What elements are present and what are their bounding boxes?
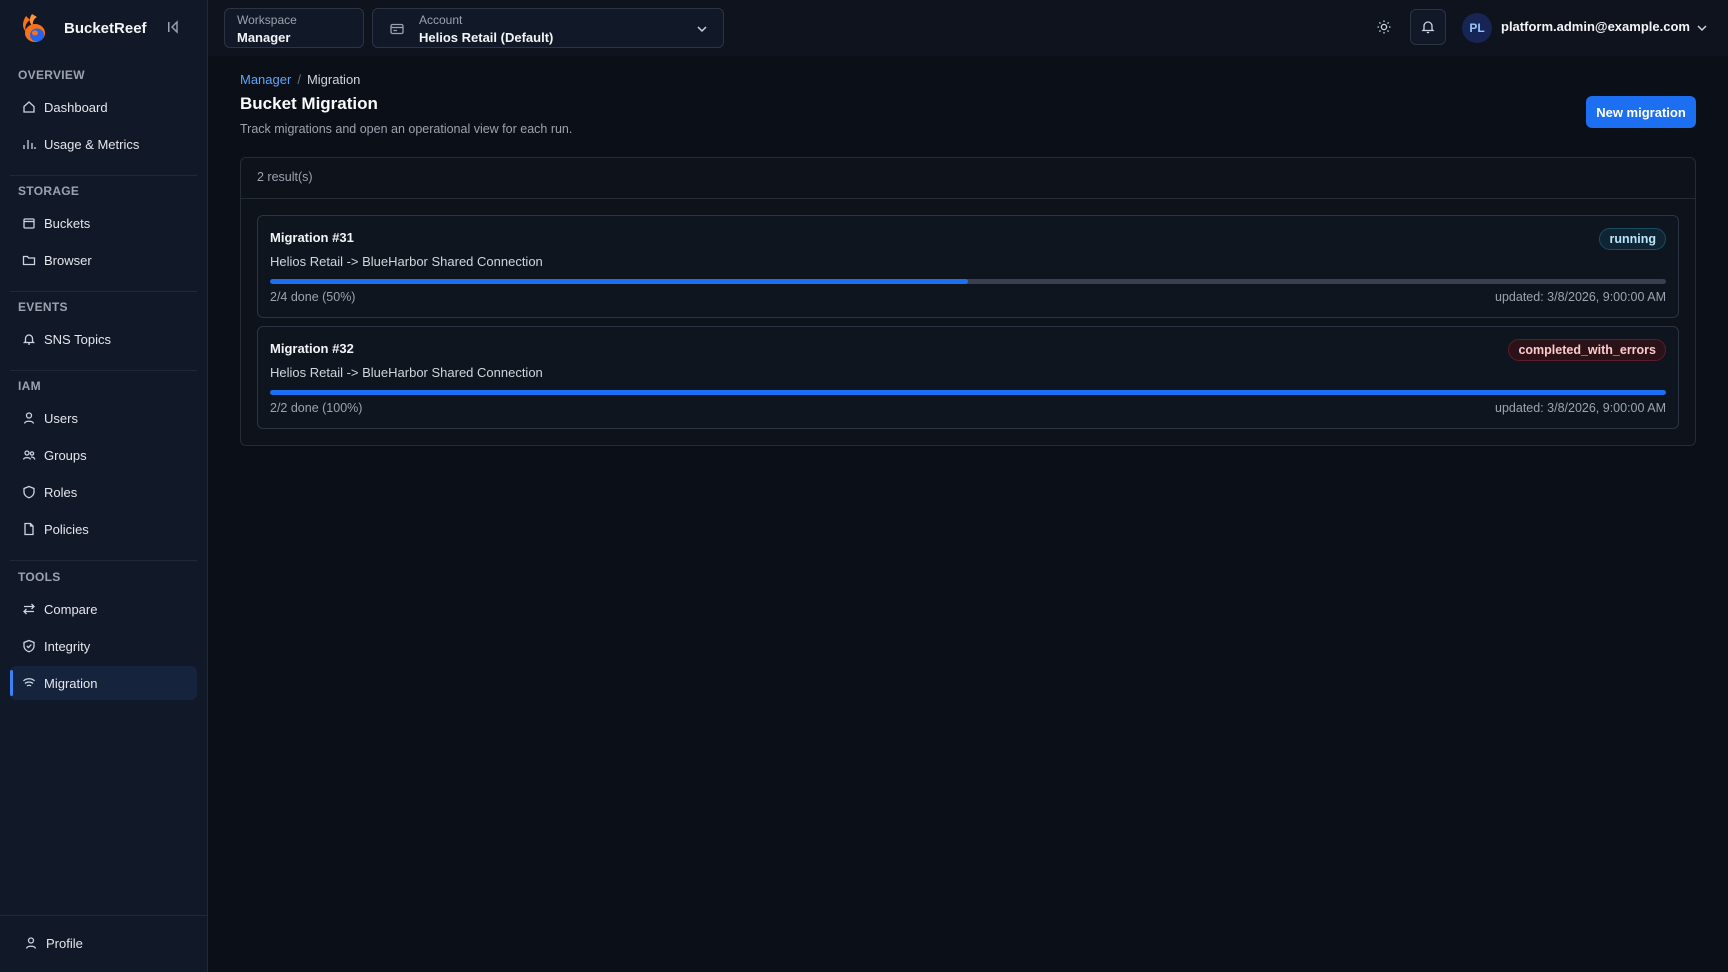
sidebar-item-label: Browser	[44, 252, 92, 268]
sidebar-item-integrity[interactable]: Integrity	[10, 629, 197, 663]
migration-title: Migration #31	[270, 230, 354, 245]
results-count: 2 result(s)	[241, 158, 1695, 199]
sidebar-item-label: Users	[44, 410, 78, 426]
sidebar: BucketReef OVERVIEW Dashboard Usage & Me…	[0, 0, 208, 972]
sidebar-item-migration[interactable]: Migration	[10, 666, 197, 700]
sidebar-item-label: Roles	[44, 484, 78, 500]
sidebar-item-label: Compare	[44, 601, 98, 617]
section-title-events: EVENTS	[18, 300, 68, 314]
sidebar-item-label: Migration	[44, 675, 98, 691]
section-title-storage: STORAGE	[18, 184, 80, 198]
breadcrumb-current: Migration	[306, 72, 361, 87]
migration-title: Migration #32	[270, 341, 354, 356]
sun-icon	[1377, 20, 1391, 34]
sidebar-item-label: Buckets	[44, 215, 91, 231]
sidebar-item-groups[interactable]: Groups	[10, 438, 197, 472]
collapse-sidebar-icon[interactable]	[164, 18, 182, 36]
bucket-icon	[23, 218, 35, 229]
avatar[interactable]: PL	[1462, 13, 1492, 43]
page-title: Bucket Migration	[240, 94, 378, 113]
user-icon	[25, 937, 37, 949]
user-email[interactable]: platform.admin@example.com	[1501, 19, 1690, 34]
folder-icon	[22, 255, 36, 266]
migration-card[interactable]: Migration #32 Helios Retail -> BlueHarbo…	[257, 326, 1679, 429]
account-switcher[interactable]: Account Helios Retail (Default)	[372, 8, 724, 48]
migration-card[interactable]: Migration #31 Helios Retail -> BlueHarbo…	[257, 215, 1679, 318]
sidebar-item-roles[interactable]: Roles	[10, 475, 197, 509]
sidebar-item-profile[interactable]: Profile	[12, 926, 199, 960]
sidebar-item-label: Usage & Metrics	[44, 136, 140, 152]
sidebar-item-compare[interactable]: Compare	[10, 592, 197, 626]
updated-timestamp: updated: 3/8/2026, 9:00:00 AM	[1495, 401, 1666, 415]
topbar: Workspace Manager Account Helios Retail …	[208, 0, 1728, 56]
migration-route: Helios Retail -> BlueHarbor Shared Conne…	[270, 365, 543, 380]
breadcrumb-separator: /	[297, 72, 301, 87]
shield-check-icon	[23, 639, 35, 653]
account-label: Account	[419, 13, 463, 27]
bell-icon	[22, 334, 36, 345]
progress-fill	[270, 390, 1666, 395]
sidebar-item-browser[interactable]: Browser	[10, 243, 197, 277]
sidebar-item-usage-metrics[interactable]: Usage & Metrics	[10, 127, 197, 161]
notifications-button[interactable]	[1410, 9, 1446, 45]
section-title-iam: IAM	[18, 379, 41, 393]
shield-icon	[23, 485, 35, 499]
bucketreef-logo-icon	[23, 14, 45, 42]
breadcrumb: Manager / Migration	[240, 72, 360, 87]
sidebar-item-label: Groups	[44, 447, 87, 463]
theme-toggle-button[interactable]	[1366, 9, 1402, 45]
sidebar-divider	[10, 291, 197, 292]
breadcrumb-link-manager[interactable]: Manager	[240, 72, 291, 87]
sidebar-item-sns-topics[interactable]: SNS Topics	[10, 322, 197, 356]
progress-text: 2/2 done (100%)	[270, 401, 363, 415]
sidebar-item-label: SNS Topics	[44, 331, 111, 347]
sidebar-item-buckets[interactable]: Buckets	[10, 206, 197, 240]
compare-icon	[23, 603, 35, 615]
profile-label: Profile	[46, 935, 83, 951]
document-icon	[24, 522, 34, 536]
sidebar-divider	[10, 370, 197, 371]
new-migration-button[interactable]: New migration	[1586, 96, 1696, 128]
updated-timestamp: updated: 3/8/2026, 9:00:00 AM	[1495, 290, 1666, 304]
sidebar-item-policies[interactable]: Policies	[10, 512, 197, 546]
workspace-switcher[interactable]: Workspace Manager	[224, 8, 364, 48]
page-subtitle: Track migrations and open an operational…	[240, 122, 573, 136]
sidebar-item-dashboard[interactable]: Dashboard	[10, 90, 197, 124]
chevron-down-icon	[697, 26, 707, 33]
sidebar-item-label: Dashboard	[44, 99, 108, 115]
workspace-label: Workspace	[237, 13, 297, 27]
sidebar-item-label: Policies	[44, 521, 89, 537]
bar-chart-icon	[23, 140, 36, 149]
progress-bar	[270, 390, 1666, 395]
status-badge: running	[1599, 228, 1666, 250]
workspace-value: Manager	[237, 30, 291, 45]
user-icon	[23, 412, 35, 424]
sidebar-divider	[10, 175, 197, 176]
migration-route: Helios Retail -> BlueHarbor Shared Conne…	[270, 254, 543, 269]
chevron-down-icon[interactable]	[1695, 21, 1709, 35]
sidebar-item-users[interactable]: Users	[10, 401, 197, 435]
section-title-overview: OVERVIEW	[18, 68, 85, 82]
progress-bar	[270, 279, 1666, 284]
migration-icon	[23, 678, 35, 687]
status-badge: completed_with_errors	[1508, 339, 1666, 361]
sidebar-divider	[10, 560, 197, 561]
users-icon	[22, 450, 36, 460]
sidebar-item-label: Integrity	[44, 638, 91, 654]
migrations-panel: 2 result(s) Migration #31 Helios Retail …	[240, 157, 1696, 446]
progress-fill	[270, 279, 968, 284]
progress-text: 2/4 done (50%)	[270, 290, 356, 304]
bell-icon	[1421, 21, 1435, 34]
brand[interactable]: BucketReef	[18, 10, 147, 46]
account-value: Helios Retail (Default)	[419, 30, 554, 45]
home-icon	[23, 101, 35, 113]
app-name: BucketReef	[64, 19, 147, 37]
account-card-icon	[390, 23, 404, 35]
section-title-tools: TOOLS	[18, 570, 61, 584]
sidebar-footer-divider	[0, 915, 208, 916]
